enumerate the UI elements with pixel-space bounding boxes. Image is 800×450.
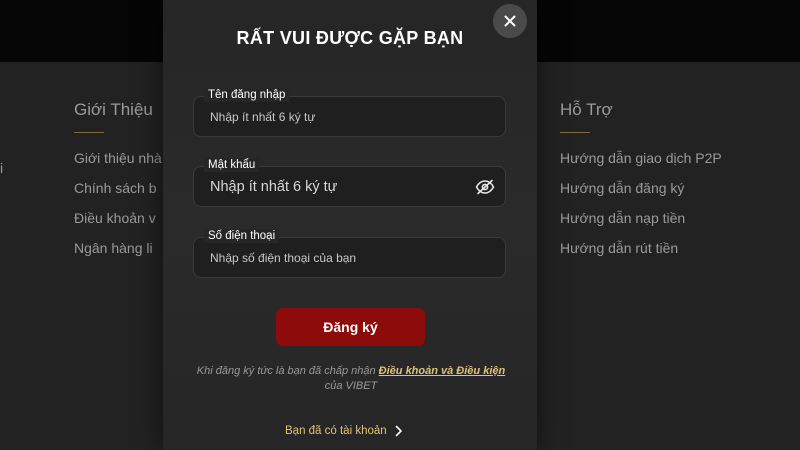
terms-link[interactable]: Điều khoản và Điều kiện [379,365,506,377]
toggle-password-button[interactable] [474,177,496,197]
close-icon [504,15,516,27]
heading-underline [74,132,104,133]
register-button[interactable]: Đăng ký [276,308,425,346]
login-label: Bạn đã có tài khoản [285,425,387,437]
footer-link[interactable]: Hướng dẫn giao dịch P2P [560,149,740,167]
chevron-right-icon [395,425,402,437]
phone-label: Số điện thoại [204,229,280,243]
username-input[interactable] [210,107,470,127]
footer-link[interactable]: Hướng dẫn nạp tiền [560,209,740,227]
footer-links-support: Hướng dẫn giao dịch P2P Hướng dẫn đăng k… [560,149,760,257]
phone-input[interactable] [210,248,470,268]
modal-title: RẤT VUI ĐƯỢC GẶP BẠN [236,28,464,48]
password-field: Mật khẩu [193,158,506,207]
terms-text: Khi đăng ký tức là bạn đã chấp nhận Điều… [191,364,511,394]
terms-prefix: Khi đăng ký tức là bạn đã chấp nhận [196,365,376,377]
footer-link[interactable]: Hướng dẫn đăng ký [560,179,740,197]
eye-off-icon [475,179,495,195]
login-link[interactable]: Bạn đã có tài khoản [285,425,403,437]
phone-field: Số điện thoại [193,229,506,278]
register-modal: RẤT VUI ĐƯỢC GẶP BẠN Tên đăng nhập Mật k… [163,0,537,450]
edge-fragment: i [0,160,4,176]
username-field: Tên đăng nhập [193,88,506,137]
footer-link[interactable]: Hướng dẫn rút tiền [560,239,740,257]
password-input[interactable] [210,177,470,197]
footer-column-support: Hỗ Trợ Hướng dẫn giao dịch P2P Hướng dẫn… [560,100,760,269]
heading-underline [560,132,590,133]
terms-suffix: của VIBET [324,380,378,392]
footer-heading-support: Hỗ Trợ [560,100,613,119]
password-label: Mật khẩu [204,158,260,172]
username-label: Tên đăng nhập [204,88,290,102]
